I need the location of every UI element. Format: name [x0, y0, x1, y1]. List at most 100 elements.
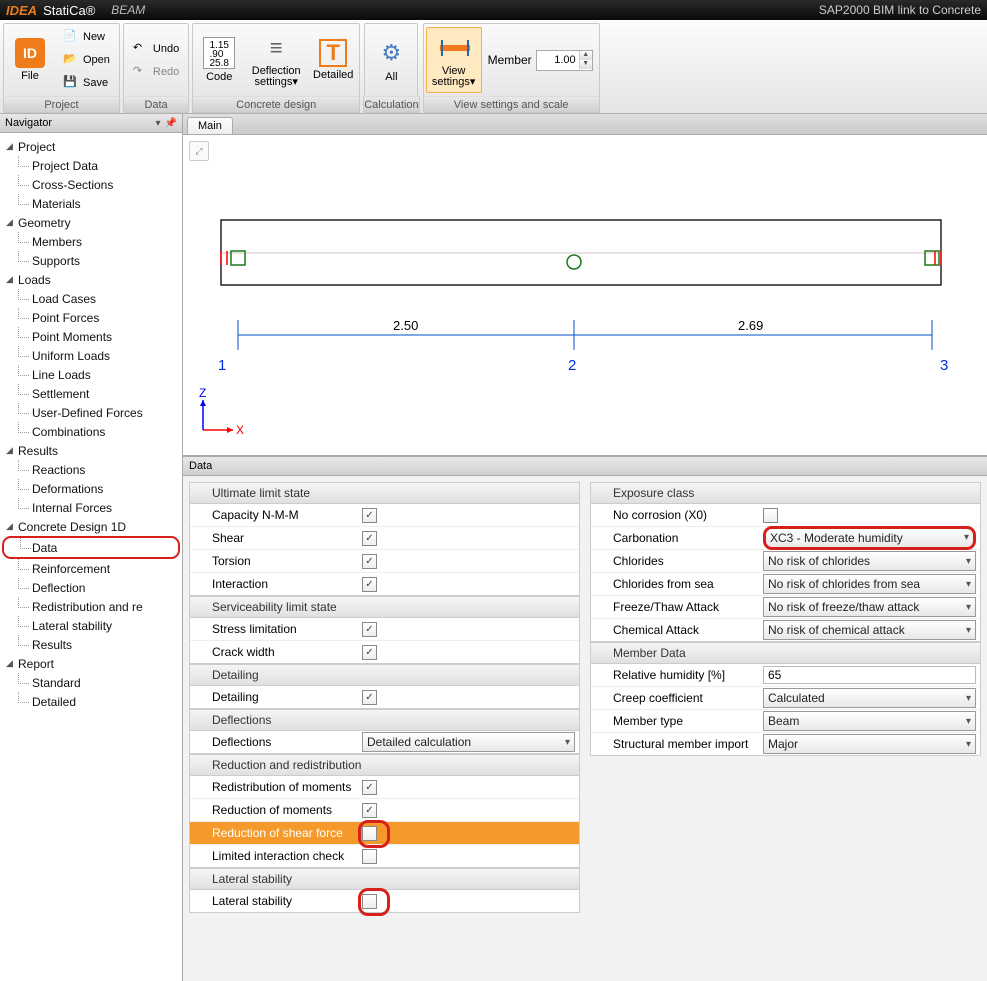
tree-group[interactable]: ◢Results	[2, 441, 180, 460]
checkbox[interactable]: ✓	[362, 803, 377, 818]
combo[interactable]: No risk of chlorides from sea	[763, 574, 976, 594]
tree-item[interactable]: Data	[2, 536, 180, 559]
tree-item[interactable]: Combinations	[2, 422, 180, 441]
detailed-button[interactable]: TDetailed	[309, 27, 357, 93]
tree-item[interactable]: Load Cases	[2, 289, 180, 308]
section-header: Ultimate limit state	[190, 483, 579, 504]
property-row: Structural member importMajor	[591, 733, 980, 755]
tree-item[interactable]: Lateral stability	[2, 616, 180, 635]
canvas[interactable]: ⤢ 2.50 2.69 1 2 3	[183, 135, 987, 456]
new-button[interactable]: 📄New	[58, 26, 115, 48]
combo[interactable]: No risk of chemical attack	[763, 620, 976, 640]
navigator-panel: Navigator ▾ 📌 ◢ProjectProject DataCross-…	[0, 114, 183, 981]
code-button[interactable]: 1.15.9025.8Code	[195, 27, 243, 93]
tree-group[interactable]: ◢Geometry	[2, 213, 180, 232]
member-value[interactable]	[537, 52, 579, 69]
section-header: Member Data	[591, 643, 980, 664]
tree-item[interactable]: Members	[2, 232, 180, 251]
checkbox[interactable]: ✓	[362, 531, 377, 546]
combo[interactable]: Major	[763, 734, 976, 754]
module-name: BEAM	[111, 3, 145, 17]
property-row: Lateral stability	[190, 890, 579, 912]
property-label: No corrosion (X0)	[591, 508, 763, 522]
tree-item[interactable]: Point Moments	[2, 327, 180, 346]
property-row: Redistribution of moments✓	[190, 776, 579, 799]
property-row: ChloridesNo risk of chlorides	[591, 550, 980, 573]
navigator-tree[interactable]: ◢ProjectProject DataCross-SectionsMateri…	[0, 133, 182, 981]
tree-item[interactable]: Deflection	[2, 578, 180, 597]
svg-text:1: 1	[218, 357, 226, 374]
tree-item[interactable]: Supports	[2, 251, 180, 270]
svg-text:X: X	[236, 423, 244, 437]
property-row: Chlorides from seaNo risk of chlorides f…	[591, 573, 980, 596]
tree-group[interactable]: ◢Concrete Design 1D	[2, 517, 180, 536]
save-button[interactable]: 💾Save	[58, 72, 115, 94]
svg-text:Z: Z	[199, 386, 206, 400]
text-input[interactable]	[763, 666, 976, 684]
combo[interactable]: XC3 - Moderate humidity	[763, 526, 976, 550]
checkbox[interactable]: ✓	[362, 577, 377, 592]
property-label: Interaction	[190, 577, 362, 591]
tree-item[interactable]: Project Data	[2, 156, 180, 175]
property-label: Structural member import	[591, 737, 763, 751]
tree-item[interactable]: Results	[2, 635, 180, 654]
checkbox[interactable]: ✓	[362, 780, 377, 795]
tree-group[interactable]: ◢Loads	[2, 270, 180, 289]
checkbox[interactable]: ✓	[362, 622, 377, 637]
tree-item[interactable]: User-Defined Forces	[2, 403, 180, 422]
file-icon: ID	[15, 38, 45, 68]
tree-item[interactable]: Deformations	[2, 479, 180, 498]
ribbon-group-data: Data	[123, 96, 189, 113]
combo[interactable]: Beam	[763, 711, 976, 731]
section-header: Reduction and redistribution	[190, 755, 579, 776]
tree-group[interactable]: ◢Project	[2, 137, 180, 156]
ribbon-group-concrete: Concrete design	[192, 96, 360, 113]
spin-down[interactable]: ▼	[580, 60, 592, 69]
undo-button[interactable]: ↶Undo	[128, 38, 184, 60]
tree-item[interactable]: Internal Forces	[2, 498, 180, 517]
view-settings-button[interactable]: Viewsettings▾	[426, 27, 482, 93]
checkbox[interactable]: ✓	[362, 508, 377, 523]
tree-item[interactable]: Detailed	[2, 692, 180, 711]
ribbon-group-view: View settings and scale	[423, 96, 600, 113]
combo[interactable]: Calculated	[763, 688, 976, 708]
svg-text:3: 3	[940, 357, 948, 374]
tree-item[interactable]: Standard	[2, 673, 180, 692]
redo-button[interactable]: ↷Redo	[128, 61, 184, 83]
tree-item[interactable]: Reactions	[2, 460, 180, 479]
pin-icon[interactable]: 📌	[165, 118, 177, 129]
member-spinner[interactable]: ▲▼	[536, 50, 593, 71]
checkbox[interactable]: ✓	[362, 554, 377, 569]
spin-up[interactable]: ▲	[580, 51, 592, 60]
checkbox[interactable]: ✓	[362, 690, 377, 705]
combo[interactable]: No risk of chlorides	[763, 551, 976, 571]
file-button[interactable]: ID File	[6, 27, 54, 93]
property-label: Lateral stability	[190, 894, 362, 908]
open-button[interactable]: 📂Open	[58, 49, 115, 71]
tree-group[interactable]: ◢Report	[2, 654, 180, 673]
dropdown-icon[interactable]: ▾	[156, 118, 161, 129]
combo[interactable]: No risk of freeze/thaw attack	[763, 597, 976, 617]
tree-item[interactable]: Cross-Sections	[2, 175, 180, 194]
tree-item[interactable]: Materials	[2, 194, 180, 213]
tree-item[interactable]: Redistribution and re	[2, 597, 180, 616]
deflection-settings-button[interactable]: ≡Deflectionsettings▾	[245, 27, 307, 93]
tree-item[interactable]: Reinforcement	[2, 559, 180, 578]
tree-item[interactable]: Line Loads	[2, 365, 180, 384]
calculate-all-button[interactable]: ⚙All	[367, 27, 415, 93]
tab-main[interactable]: Main	[187, 117, 233, 134]
tree-item[interactable]: Settlement	[2, 384, 180, 403]
combo[interactable]: Detailed calculation	[362, 732, 575, 752]
checkbox[interactable]	[362, 849, 377, 864]
main-tabs: Main	[183, 114, 987, 135]
property-row: Crack width✓	[190, 641, 579, 663]
property-row: Shear✓	[190, 527, 579, 550]
checkbox[interactable]	[763, 508, 778, 523]
deflection-settings-icon: ≡	[260, 32, 292, 64]
svg-text:2.50: 2.50	[393, 318, 418, 333]
property-label: Chemical Attack	[591, 623, 763, 637]
tree-item[interactable]: Uniform Loads	[2, 346, 180, 365]
checkbox[interactable]: ✓	[362, 645, 377, 660]
property-row: Stress limitation✓	[190, 618, 579, 641]
tree-item[interactable]: Point Forces	[2, 308, 180, 327]
